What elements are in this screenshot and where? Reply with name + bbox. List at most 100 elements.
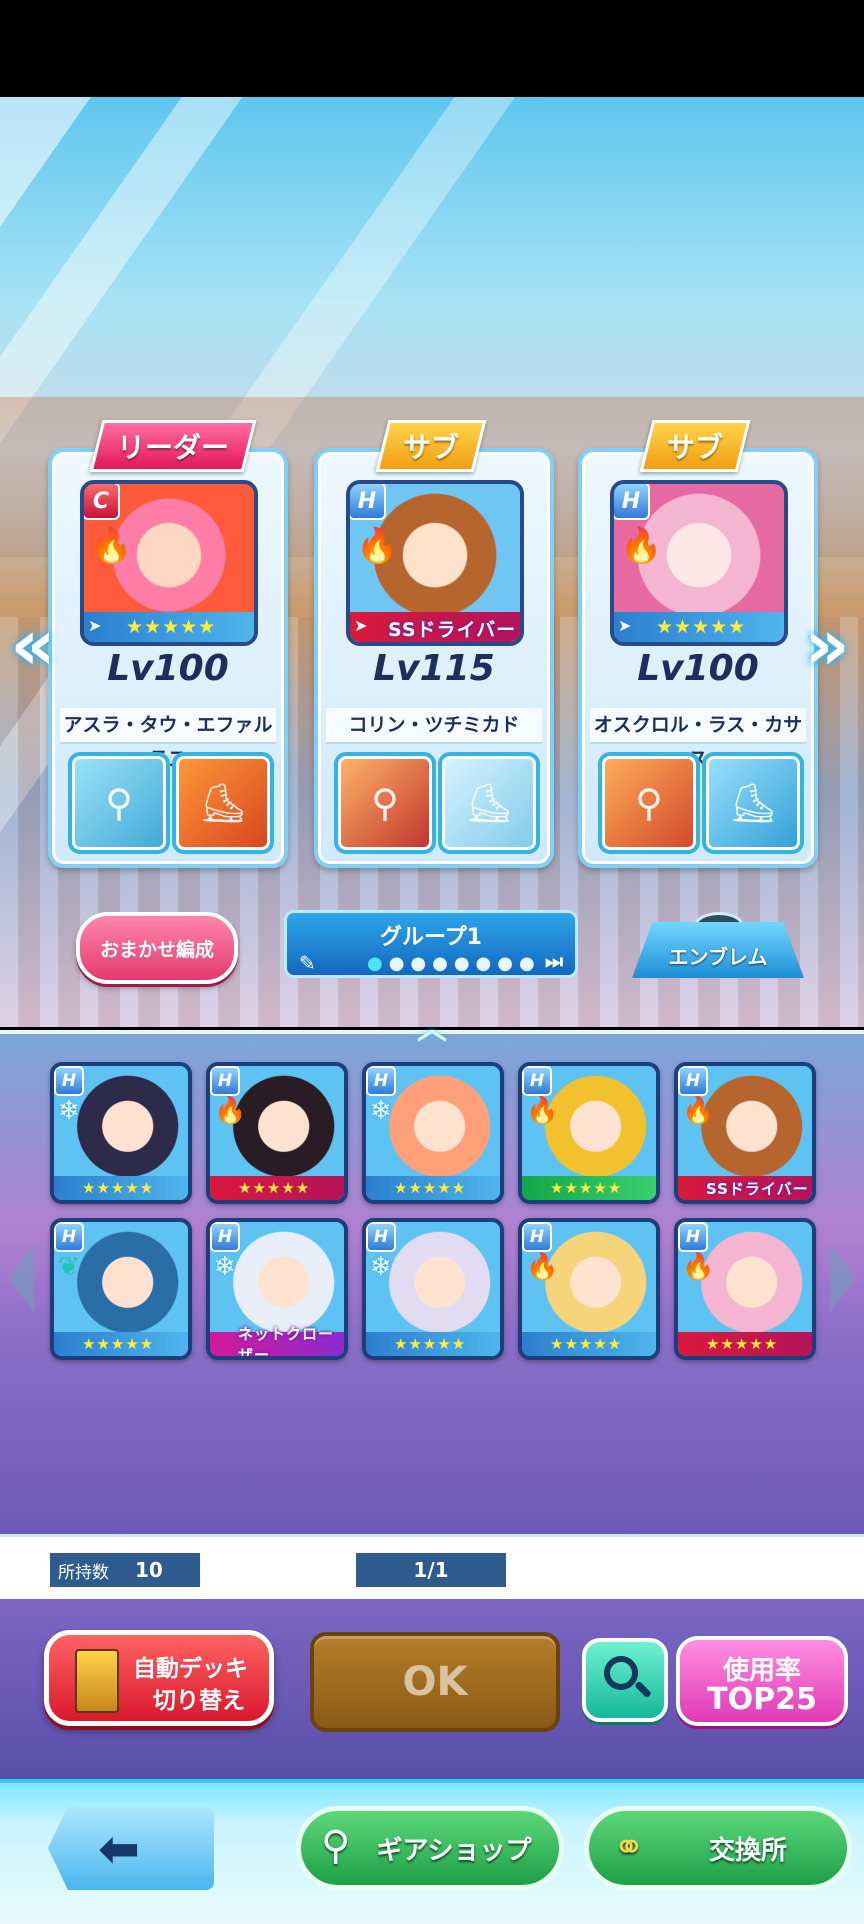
rarity-badge: H [210, 1066, 240, 1096]
racket-gear-slot[interactable]: ⚲ [68, 752, 170, 854]
star-rating: ★★★★★ [366, 1332, 500, 1356]
party-card-sub-2[interactable]: サブ H 🔥 ➤★★★★★ Lv100 オスクロル・ラス・カサス ⚲ ⛸ [578, 420, 818, 868]
role-icon: ➤ [354, 616, 369, 635]
sub-tag: サブ [375, 420, 487, 472]
group-page-dots: ●●●●●●●● [367, 953, 541, 974]
auto-deck-switch-button[interactable]: 自動デッキ 切り替え [44, 1630, 274, 1726]
shoe-icon: ⛸ [198, 780, 248, 825]
character-name: アスラ・タウ・エファルテス [60, 708, 276, 770]
fire-element-icon: 🔥 [526, 1096, 559, 1126]
level-label: Lv100 [107, 648, 229, 689]
shoes-gear-slot[interactable]: ⛸ [172, 752, 274, 854]
pencil-icon[interactable]: ✎ [299, 951, 316, 975]
collapse-chevron-icon[interactable]: ︿ [400, 1012, 464, 1048]
fire-element-icon: 🔥 [90, 526, 133, 566]
usage-rate-top25-button[interactable]: 使用率 TOP25 [676, 1636, 848, 1726]
sub-tag: サブ [639, 420, 751, 472]
fire-element-icon: 🔥 [356, 526, 399, 566]
character-name: コリン・ツチミカド [326, 708, 542, 744]
roster-card[interactable]: H ❦ ★★★★★ [50, 1218, 192, 1360]
fire-element-icon: 🔥 [682, 1252, 715, 1282]
trait-bar: ➤ SSドライバー [350, 612, 520, 642]
level-label: Lv100 [637, 648, 759, 689]
racket-icon: ⚲ [371, 781, 399, 825]
rarity-badge: C [84, 484, 120, 520]
search-icon [604, 1656, 638, 1690]
character-portrait: H 🔥 ➤ SSドライバー [346, 480, 524, 646]
star-rating: ★★★★★ [522, 1332, 656, 1356]
fire-element-icon: 🔥 [526, 1252, 559, 1282]
rarity-badge: H [366, 1222, 396, 1252]
star-rating: ★★★★★ [54, 1176, 188, 1200]
star-rating: ★★★★★ [366, 1176, 500, 1200]
roster-card[interactable]: H 🔥 ★★★★★ [674, 1218, 816, 1360]
star-rating: ★★★★★ [210, 1176, 344, 1200]
roster-card[interactable]: H ❄ ★★★★★ [50, 1062, 192, 1204]
rarity-badge: H [678, 1066, 708, 1096]
fire-element-icon: 🔥 [620, 526, 663, 566]
star-rating: ➤ ★★★★★ [614, 612, 784, 642]
racket-icon: ⚲ [635, 781, 663, 825]
auto-assign-button[interactable]: おまかせ編成 [76, 912, 238, 984]
group-name: グループ1 [380, 925, 482, 950]
racket-gear-slot[interactable]: ⚲ [598, 752, 700, 854]
character-portrait: C 🔥 ➤ ★★★★★ [80, 480, 258, 646]
rarity-badge: H [54, 1222, 84, 1252]
rarity-badge: H [678, 1222, 708, 1252]
rarity-badge: H [614, 484, 650, 520]
leader-tag: リーダー [89, 420, 257, 472]
star-rating: ★★★★★ [522, 1176, 656, 1200]
trait-bar: ネットクローザー [210, 1325, 344, 1356]
previous-page-chevron-icon[interactable]: « [8, 604, 58, 686]
status-bar [0, 0, 864, 97]
star-rating: ➤ ★★★★★ [84, 612, 254, 642]
rarity-badge: H [522, 1222, 552, 1252]
shoes-gear-slot[interactable]: ⛸ [438, 752, 540, 854]
search-button[interactable] [582, 1638, 668, 1722]
roster-prev-icon[interactable] [8, 1244, 34, 1312]
role-icon: ➤ [88, 616, 103, 635]
ice-element-icon: ❄ [370, 1252, 392, 1282]
roster-card[interactable]: H 🔥 SSドライバー [674, 1062, 816, 1204]
gear-shop-button[interactable]: ⚲ ギアショップ [296, 1806, 564, 1890]
rarity-badge: H [210, 1222, 240, 1252]
roster-card[interactable]: H 🔥 ★★★★★ [518, 1218, 660, 1360]
tower-icon [75, 1649, 119, 1713]
rarity-badge: H [350, 484, 386, 520]
group-selector[interactable]: グループ1 ✎ ●●●●●●●● ⏭ [284, 910, 578, 978]
roster-info-strip: 所持数 10 1/1 [0, 1534, 864, 1602]
ice-element-icon: ❄ [214, 1252, 236, 1282]
role-icon: ➤ [618, 616, 633, 635]
ok-button[interactable]: OK [310, 1632, 560, 1732]
racket-gear-slot[interactable]: ⚲ [334, 752, 436, 854]
rarity-badge: H [366, 1066, 396, 1096]
next-page-chevron-icon[interactable]: » [802, 604, 852, 686]
roster-card[interactable]: H ❄ ネットクローザー [206, 1218, 348, 1360]
fire-element-icon: 🔥 [682, 1096, 715, 1126]
party-card-sub-1[interactable]: サブ H 🔥 ➤ SSドライバー Lv115 コリン・ツチミカド ⚲ ⛸ [314, 420, 554, 868]
leaf-element-icon: ❦ [58, 1252, 80, 1282]
party-card-leader[interactable]: リーダー C 🔥 ➤★★★★★ Lv100 アスラ・タウ・エファルテス ⚲ ⛸ [48, 420, 288, 868]
roster-card[interactable]: H ❄ ★★★★★ [362, 1218, 504, 1360]
racket-icon: ⚲ [321, 1823, 351, 1869]
shoe-icon: ⛸ [464, 780, 514, 825]
back-button[interactable]: ⬅ [48, 1806, 214, 1890]
roster-card[interactable]: H 🔥 ★★★★★ [206, 1062, 348, 1204]
shoes-gear-slot[interactable]: ⛸ [702, 752, 804, 854]
trait-bar: SSドライバー [678, 1176, 812, 1200]
owned-count-box: 所持数 10 [50, 1553, 200, 1587]
ice-element-icon: ❄ [370, 1096, 392, 1126]
racket-icon: ⚲ [105, 781, 133, 825]
roster-card[interactable]: H ❄ ★★★★★ [362, 1062, 504, 1204]
skip-forward-icon[interactable]: ⏭ [545, 949, 563, 973]
exchange-button[interactable]: ⚭ 交換所 [584, 1806, 852, 1890]
roster-next-icon[interactable] [830, 1244, 856, 1312]
ring-icon: ⚭ [613, 1825, 645, 1869]
arrow-left-icon: ⬅ [98, 1820, 140, 1878]
roster-card[interactable]: H 🔥 ★★★★★ [518, 1062, 660, 1204]
level-label: Lv115 [373, 648, 495, 689]
emblem-button[interactable]: エンブレム [632, 922, 804, 978]
star-rating: ★★★★★ [678, 1332, 812, 1356]
rarity-badge: H [522, 1066, 552, 1096]
fire-element-icon: 🔥 [214, 1096, 247, 1126]
